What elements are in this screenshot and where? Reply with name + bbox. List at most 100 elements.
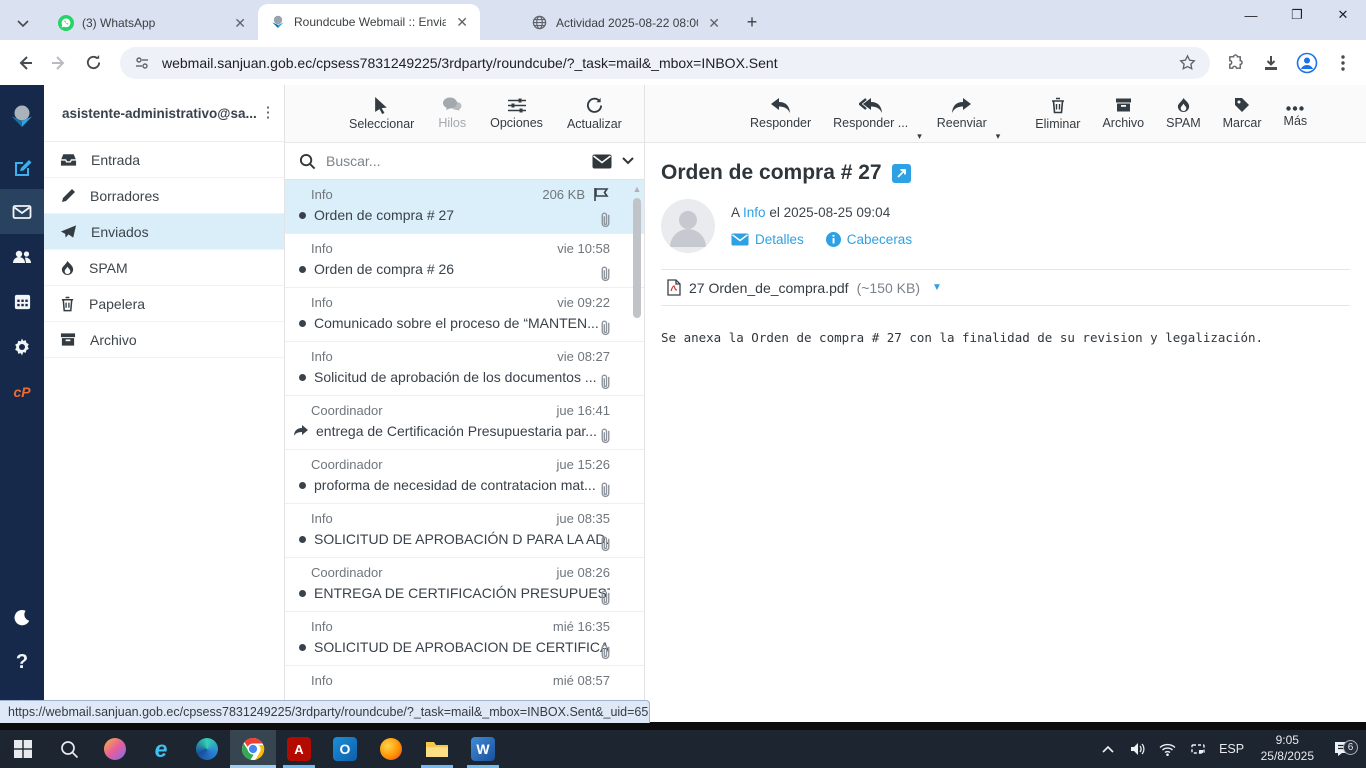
language-indicator[interactable]: ESP (1215, 742, 1249, 756)
list-item[interactable]: Info vie 10:58 Orden de compra # 26 (285, 234, 644, 288)
details-link[interactable]: Detalles (731, 232, 804, 247)
folder-papelera[interactable]: Papelera (44, 286, 284, 322)
recipient-link[interactable]: Info (743, 205, 766, 220)
folder-spam[interactable]: SPAM (44, 250, 284, 286)
window-restore-button[interactable]: ❐ (1274, 0, 1320, 30)
delete-button[interactable]: Eliminar (1026, 97, 1089, 131)
msg-subject: Solicitud de aprobación de los documento… (314, 369, 597, 385)
search-scope-mail-icon[interactable] (592, 154, 612, 169)
wifi-icon[interactable] (1155, 743, 1181, 756)
tab-close-icon[interactable]: ✕ (706, 15, 722, 32)
window-close-button[interactable]: ✕ (1320, 0, 1366, 30)
taskbar-clock[interactable]: 9:05 25/8/2025 (1253, 733, 1322, 764)
tray-expand-chevron-icon[interactable] (1095, 745, 1121, 753)
list-item[interactable]: Coordinador jue 15:26 proforma de necesid… (285, 450, 644, 504)
browser-menu-icon[interactable] (1328, 46, 1358, 80)
firefox-icon[interactable] (368, 730, 414, 768)
help-icon[interactable]: ? (0, 640, 44, 685)
profile-avatar-icon[interactable] (1292, 46, 1322, 80)
refresh-button[interactable]: Actualizar (559, 97, 630, 131)
connect-display-icon[interactable] (1185, 742, 1211, 756)
list-item[interactable]: Info vie 08:27 Solicitud de aprobación de… (285, 342, 644, 396)
back-icon[interactable] (8, 46, 42, 80)
headers-link[interactable]: Cabeceras (825, 232, 912, 247)
downloads-icon[interactable] (1256, 46, 1286, 80)
tab-roundcube[interactable]: Roundcube Webmail :: Enviados ✕ (258, 4, 480, 40)
select-button[interactable]: Seleccionar (341, 96, 422, 131)
threads-button[interactable]: Hilos (430, 97, 474, 130)
scroll-up-icon[interactable]: ▲ (632, 184, 642, 194)
attachment-name[interactable]: 27 Orden_de_compra.pdf (689, 280, 849, 296)
edge-icon[interactable] (184, 730, 230, 768)
options-button[interactable]: Opciones (482, 98, 551, 130)
folder-enviados[interactable]: Enviados (44, 214, 284, 250)
compose-icon[interactable] (0, 144, 44, 189)
mark-button[interactable]: Marcar (1214, 97, 1271, 130)
list-item[interactable]: Info 206 KB Orden de compra # 27 (285, 180, 644, 234)
calendar-nav-icon[interactable] (0, 279, 44, 324)
contacts-nav-icon[interactable] (0, 234, 44, 279)
attachment-menu-caret-icon[interactable]: ▼ (932, 282, 942, 293)
settings-gear-icon[interactable] (0, 324, 44, 369)
internet-explorer-icon[interactable]: e (138, 730, 184, 768)
folder-borradores[interactable]: Borradores (44, 178, 284, 214)
reply-all-button[interactable]: Responder ... (824, 97, 917, 130)
site-settings-icon[interactable] (132, 46, 152, 80)
taskbar-search-button[interactable] (46, 730, 92, 768)
file-explorer-icon[interactable] (414, 730, 460, 768)
list-item[interactable]: Info mié 08:57 (285, 666, 644, 696)
reload-icon[interactable] (76, 46, 110, 80)
tab-close-icon[interactable]: ✕ (454, 14, 470, 31)
search-input[interactable] (326, 153, 582, 169)
open-in-new-window-icon[interactable] (891, 163, 911, 183)
start-button[interactable] (0, 730, 46, 768)
more-button[interactable]: Más (1275, 100, 1317, 128)
list-item[interactable]: Info mié 16:35 SOLICITUD DE APROBACION DE… (285, 612, 644, 666)
list-item[interactable]: Coordinador jue 16:41 entrega de Certific… (285, 396, 644, 450)
tab-actividad[interactable]: Actividad 2025-08-22 08:00:00 ✕ (520, 6, 732, 40)
folder-archivo[interactable]: Archivo (44, 322, 284, 358)
tab-whatsapp[interactable]: (3) WhatsApp ✕ (46, 6, 258, 40)
scrollbar-thumb[interactable] (633, 198, 641, 318)
copilot-icon[interactable] (92, 730, 138, 768)
reply-button[interactable]: Responder (741, 97, 820, 130)
list-item[interactable]: Info jue 08:35 SOLICITUD DE APROBACIÓN D … (285, 504, 644, 558)
tab-close-icon[interactable]: ✕ (232, 15, 248, 32)
attachment-paperclip-icon (599, 643, 612, 665)
notification-center-icon[interactable]: 6 (1326, 740, 1360, 757)
word-icon[interactable]: W (460, 730, 506, 768)
dark-mode-moon-icon[interactable] (0, 595, 44, 640)
extensions-icon[interactable] (1220, 46, 1250, 80)
reply-all-caret-icon[interactable]: ▾ (917, 131, 922, 142)
chrome-icon[interactable] (230, 730, 276, 768)
bookmark-star-icon[interactable] (1176, 46, 1198, 80)
cpanel-icon[interactable]: cP (0, 369, 44, 414)
spam-button[interactable]: SPAM (1157, 97, 1210, 130)
attachment-row[interactable]: 27 Orden_de_compra.pdf (~150 KB) ▼ (661, 269, 1350, 306)
url-bar[interactable]: webmail.sanjuan.gob.ec/cpsess7831249225/… (120, 46, 1210, 80)
forward-button[interactable]: Reenviar (928, 97, 996, 130)
archive-button[interactable]: Archivo (1093, 97, 1153, 130)
list-item[interactable]: Coordinador jue 08:26 ENTREGA DE CERTIFIC… (285, 558, 644, 612)
message-list: Info 206 KB Orden de compra # 27 Info vie… (285, 180, 644, 730)
outlook-icon[interactable]: O (322, 730, 368, 768)
new-tab-button[interactable]: + (738, 8, 766, 36)
globe-icon (532, 15, 548, 31)
mail-nav-icon[interactable] (0, 189, 44, 234)
list-scrollbar[interactable]: ▲ ▼ (632, 184, 642, 726)
url-text[interactable]: webmail.sanjuan.gob.ec/cpsess7831249225/… (162, 55, 1166, 71)
window-minimize-button[interactable]: — (1228, 0, 1274, 30)
msg-sender: Coordinador (311, 403, 383, 418)
tab-search-chevron-icon[interactable] (0, 8, 46, 40)
forward-icon[interactable] (42, 46, 76, 80)
acrobat-icon[interactable]: A (276, 730, 322, 768)
flag-icon[interactable] (593, 187, 610, 202)
msg-subject: ENTREGA DE CERTIFICACIÓN PRESUPUEST... (314, 585, 610, 601)
volume-icon[interactable] (1125, 742, 1151, 756)
forwarded-arrow-icon (293, 425, 308, 437)
list-item[interactable]: Info vie 09:22 Comunicado sobre el proces… (285, 288, 644, 342)
folder-entrada[interactable]: Entrada (44, 142, 284, 178)
search-options-chevron-icon[interactable] (622, 157, 634, 165)
folder-menu-kebab-icon[interactable]: ⋮ (258, 105, 278, 120)
forward-caret-icon[interactable]: ▾ (996, 131, 1001, 142)
